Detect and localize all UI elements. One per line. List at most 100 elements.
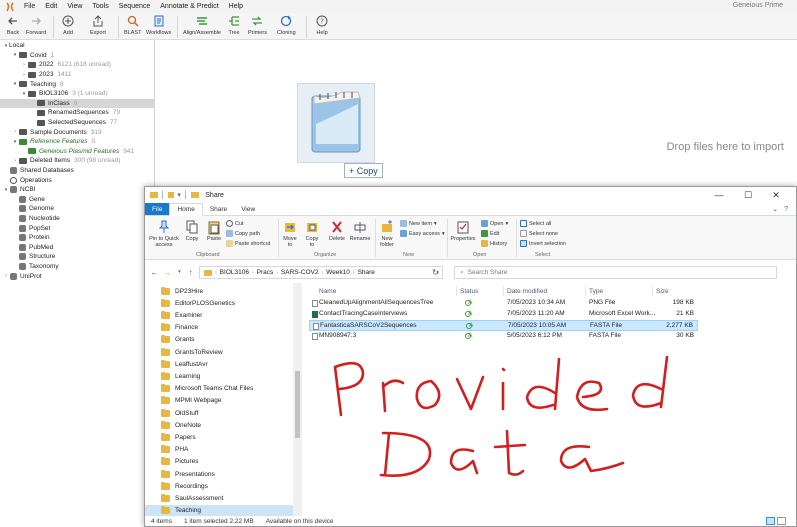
tree-item[interactable]: Operations [0, 175, 155, 185]
copy-to-button[interactable]: Copy to [303, 219, 321, 248]
file-row[interactable]: FantasticaSARSCoV2Sequences A 7/05/2023 10… [309, 320, 698, 331]
column-header-type[interactable]: Type [589, 286, 603, 296]
help-button[interactable]: ? Help [315, 13, 329, 40]
nav-folder-item[interactable]: GrantsToReview [145, 346, 293, 358]
column-header-name[interactable]: Name [319, 286, 336, 296]
ribbon-expand-icon[interactable]: ⌄ [772, 205, 778, 213]
add-button[interactable]: Add [61, 13, 75, 40]
breadcrumb-item[interactable]: SARS-COV2 [281, 269, 319, 276]
tab-home[interactable]: Home [169, 203, 203, 216]
column-header-date[interactable]: Date modified [507, 286, 547, 296]
nav-folder-item[interactable]: Teaching [145, 504, 293, 516]
edit-button[interactable]: Edit [481, 229, 499, 238]
breadcrumb-item[interactable]: Week10 [326, 269, 350, 276]
new-folder-button[interactable]: New folder [377, 219, 397, 248]
large-icons-view-icon[interactable] [777, 517, 786, 525]
tree-item[interactable]: PopSet [0, 223, 155, 233]
details-view-icon[interactable] [766, 517, 775, 525]
maximize-button[interactable]: ☐ [737, 187, 759, 203]
search-input[interactable]: ⌕ Search Share [454, 266, 777, 279]
tree-item[interactable]: › 2023 1411 [0, 70, 155, 80]
chevron-down-icon[interactable]: ▾ [12, 81, 18, 87]
paste-button[interactable]: Paste [205, 219, 223, 242]
tree-item[interactable]: InClass 0 [0, 98, 155, 109]
chevron-right-icon[interactable]: › [12, 158, 18, 164]
tree-item[interactable]: Structure [0, 252, 155, 262]
properties-button[interactable]: Properties [449, 219, 477, 242]
tree-item[interactable]: Taxonomy [0, 262, 155, 272]
tree-item[interactable]: Geneious Plasmid Features 941 [0, 147, 155, 157]
nav-folder-item[interactable]: OldStuff [145, 407, 293, 419]
column-header-size[interactable]: Size [656, 286, 669, 296]
column-header-status[interactable]: Status [460, 286, 478, 296]
folder-icon[interactable] [150, 192, 158, 198]
tree-item[interactable]: Nucleotide [0, 214, 155, 224]
tree-item[interactable]: › Deleted Items 300 (98 unread) [0, 156, 155, 166]
tree-item[interactable]: ▾ Reference Features 0 [0, 137, 155, 147]
properties-quick-icon[interactable]: │ [161, 192, 165, 199]
forward-button[interactable]: Forward [26, 13, 46, 40]
primers-button[interactable]: Primers [248, 13, 267, 40]
rename-button[interactable]: Rename [349, 219, 371, 242]
invert-selection-button[interactable]: Invert selection [520, 239, 566, 248]
paste-shortcut-button[interactable]: Paste shortcut [226, 239, 270, 248]
minimize-button[interactable]: — [708, 187, 730, 203]
chevron-right-icon[interactable]: › [21, 62, 27, 68]
tab-file[interactable]: File [145, 203, 170, 215]
delete-button[interactable]: Delete [327, 219, 347, 242]
tree-item[interactable]: ▾ Local [0, 41, 155, 51]
move-to-button[interactable]: Move to [281, 219, 299, 248]
nav-folder-item[interactable]: OneNote [145, 419, 293, 431]
tree-item[interactable]: Gene [0, 195, 155, 205]
history-button[interactable]: History [481, 239, 507, 248]
tree-item[interactable]: ▾ NCBI [0, 185, 155, 195]
tree-item[interactable]: PubMed [0, 243, 155, 253]
back-button[interactable]: Back [6, 13, 20, 40]
nav-folder-item[interactable]: DP23Hire [145, 285, 293, 297]
close-button[interactable]: ✕ [765, 187, 787, 203]
explorer-titlebar[interactable]: │ ▾ │ Share — ☐ ✕ [145, 187, 796, 203]
recent-locations-button[interactable]: ▾ [174, 266, 185, 278]
menu-annotate-predict[interactable]: Annotate & Predict [155, 3, 223, 10]
tree-button[interactable]: Tree [227, 13, 241, 40]
back-nav-button[interactable]: ← [149, 266, 160, 278]
nav-folder-item[interactable]: Finance [145, 322, 293, 334]
tree-item[interactable]: Protein [0, 233, 155, 243]
menu-sequence[interactable]: Sequence [114, 3, 156, 10]
nav-folder-item[interactable]: Recordings [145, 480, 293, 492]
tree-item[interactable]: RenamedSequences 79 [0, 108, 155, 118]
document-table-area[interactable]: Drop files here to import [156, 40, 797, 190]
nav-folder-item[interactable]: EditorPLOSGenetics [145, 297, 293, 309]
chevron-down-icon[interactable]: ▾ [21, 91, 27, 97]
tree-item[interactable]: › 2022 6121 (618 unread) [0, 60, 155, 70]
workflows-button[interactable]: Workflows [146, 13, 171, 40]
chevron-down-icon[interactable]: ▾ [12, 139, 18, 145]
nav-folder-item[interactable]: Papers [145, 431, 293, 443]
navigation-scrollbar[interactable] [293, 283, 302, 516]
chevron-down-icon[interactable]: ▾ [12, 52, 18, 58]
nav-folder-item[interactable]: Examiner [145, 309, 293, 321]
chevron-right-icon[interactable]: › [3, 273, 9, 279]
nav-folder-item[interactable]: Grants [145, 334, 293, 346]
refresh-button[interactable]: ↻ [428, 266, 443, 279]
tab-view[interactable]: View [234, 203, 262, 215]
tree-item[interactable]: Genome [0, 204, 155, 214]
menu-help[interactable]: Help [224, 3, 248, 10]
forward-nav-button[interactable]: → [162, 266, 173, 278]
tree-item[interactable]: Shared Databases [0, 166, 155, 176]
tree-item[interactable]: ▾ BIOL3106 3 (1 unread) [0, 89, 155, 99]
copy-path-button[interactable]: Copy path [226, 229, 260, 238]
easy-access-button[interactable]: Easy access ▾ [400, 229, 445, 238]
help-icon[interactable]: ? [784, 206, 788, 213]
copy-button[interactable]: Copy [183, 219, 201, 242]
cut-button[interactable]: Cut [226, 219, 244, 228]
menu-edit[interactable]: Edit [40, 3, 62, 10]
file-row[interactable]: CleanedUpAlignmentAllSequencesTree A 7/05/… [309, 298, 698, 309]
tree-item[interactable]: SelectedSequences 77 [0, 118, 155, 128]
chevron-right-icon[interactable]: › [12, 129, 18, 135]
nav-folder-item[interactable]: SaulAssessment [145, 492, 293, 504]
tree-item[interactable]: › UniProt [0, 271, 155, 281]
chevron-down-icon[interactable]: ▾ [3, 187, 9, 193]
scrollbar-thumb[interactable] [295, 371, 300, 438]
nav-folder-item[interactable]: Presentations [145, 468, 293, 480]
